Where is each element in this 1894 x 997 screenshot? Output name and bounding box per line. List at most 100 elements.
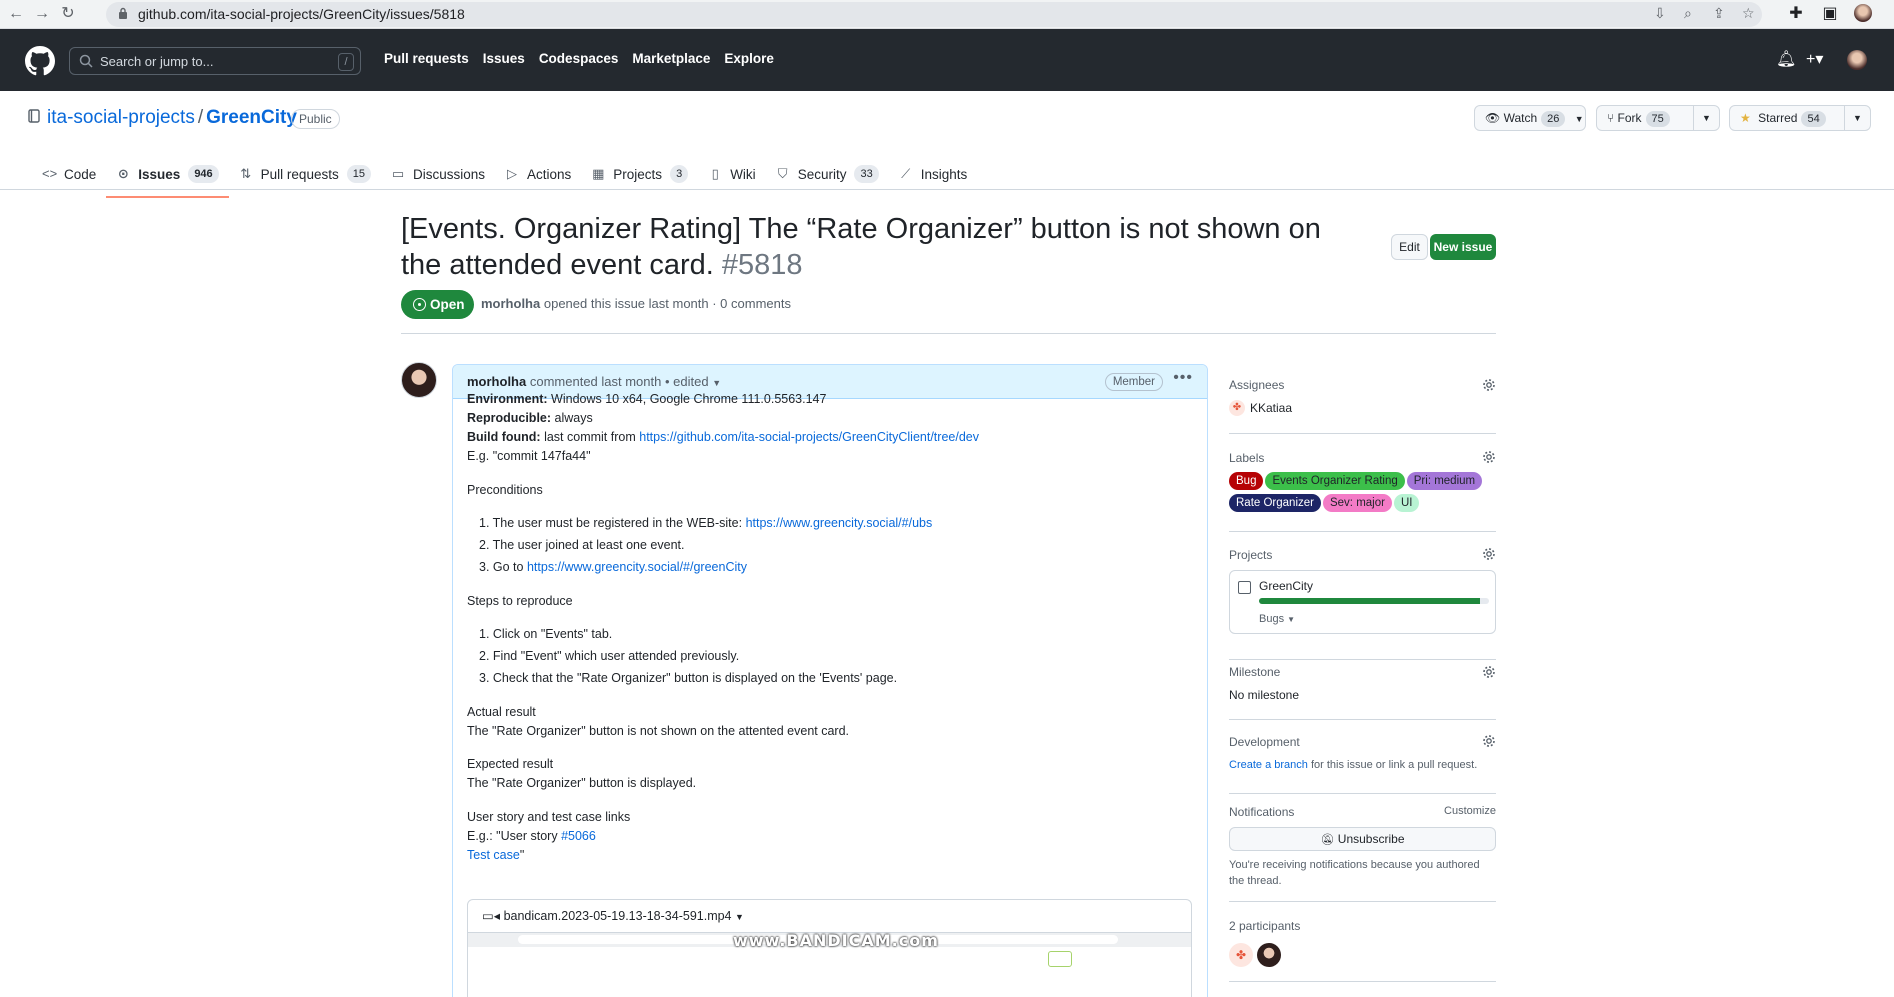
project-status-dropdown[interactable]: Bugs ▼ <box>1259 613 1295 625</box>
gear-icon[interactable] <box>1482 665 1496 679</box>
reproducible-line: Reproducible: always <box>467 409 593 428</box>
github-logo-icon[interactable] <box>25 46 55 76</box>
step-item: 2. Find "Event" which user attended prev… <box>479 649 740 663</box>
star-dropdown-chevron-icon[interactable]: ▼ <box>1844 106 1870 130</box>
tab-label: Wiki <box>730 166 756 182</box>
build-line: Build found: last commit from https://gi… <box>467 428 979 447</box>
participant-avatar[interactable]: ✤ <box>1229 943 1253 967</box>
search-input[interactable]: Search or jump to... / <box>69 47 361 75</box>
project-card[interactable]: GreenCity Bugs ▼ <box>1229 570 1496 634</box>
eye-icon: 👁︎ <box>1485 111 1501 125</box>
unsubscribe-button[interactable]: 🔕︎ Unsubscribe <box>1229 827 1496 851</box>
nav-pull-requests[interactable]: Pull requests <box>384 51 469 66</box>
tab-insights[interactable]: ⟋ Insights <box>889 158 978 190</box>
project-table-icon <box>1238 581 1251 594</box>
label-bug[interactable]: Bug <box>1229 472 1264 490</box>
nav-issues[interactable]: Issues <box>483 51 525 66</box>
reload-icon[interactable]: ↻ <box>58 4 78 24</box>
address-bar[interactable]: github.com/ita-social-projects/GreenCity… <box>106 2 1762 27</box>
gear-icon[interactable] <box>1482 378 1496 392</box>
video-attachment[interactable]: ▭◂ bandicam.2023-05-19.13-18-34-591.mp4 … <box>467 899 1192 997</box>
bookmark-star-icon[interactable]: ☆ <box>1742 5 1755 22</box>
user-story-link[interactable]: #5066 <box>561 829 596 843</box>
issue-author-link[interactable]: morholha <box>481 296 540 311</box>
label-pri-medium[interactable]: Pri: medium <box>1406 472 1483 490</box>
fork-count: 75 <box>1645 111 1670 127</box>
assignee-name[interactable]: KKatiaa <box>1250 401 1292 415</box>
shield-icon: ⛉ <box>777 166 788 181</box>
label-events-organizer-rating[interactable]: Events Organizer Rating <box>1265 472 1405 490</box>
test-case-link[interactable]: Test case <box>467 848 520 862</box>
assignees-section: Assignees ✤ KKatiaa <box>1229 375 1496 435</box>
tab-label: Code <box>64 166 97 182</box>
divider <box>401 333 1496 334</box>
assignee-avatar[interactable]: ✤ <box>1229 400 1245 416</box>
edit-button[interactable]: Edit <box>1391 234 1428 260</box>
label-ui[interactable]: UI <box>1393 494 1420 512</box>
nav-codespaces[interactable]: Codespaces <box>539 51 619 66</box>
user-avatar[interactable] <box>1847 50 1867 70</box>
create-branch-link[interactable]: Create a branch <box>1229 759 1308 771</box>
back-arrow-icon[interactable]: ← <box>6 4 26 24</box>
tab-label: Issues <box>138 166 181 182</box>
environment-line: Environment: Windows 10 x64, Google Chro… <box>467 390 826 409</box>
repro-label: Reproducible: <box>467 411 552 425</box>
tab-code[interactable]: <> Code <box>32 158 106 190</box>
labels-section: Labels Bug Events Organizer Rating Pri: me… <box>1229 445 1496 535</box>
plus-dropdown-icon[interactable]: +▾ <box>1806 49 1823 69</box>
repro-value: always <box>554 411 593 425</box>
build-link[interactable]: https://github.com/ita-social-projects/G… <box>639 430 979 444</box>
sidepanel-icon[interactable]: ▣ <box>1820 4 1840 24</box>
comment-author-avatar[interactable] <box>401 362 437 398</box>
share-icon[interactable]: ⇪ <box>1713 5 1725 22</box>
extensions-icon[interactable]: ✚ <box>1786 4 1806 24</box>
fork-icon: ⑂ <box>1607 111 1615 125</box>
comment-author-link[interactable]: morholha <box>467 374 526 389</box>
kebab-menu-icon[interactable]: ••• <box>1173 369 1193 387</box>
install-icon[interactable]: ⇩ <box>1654 5 1666 22</box>
label-rate-organizer[interactable]: Rate Organizer <box>1229 494 1321 512</box>
precondition-link[interactable]: https://www.greencity.social/#/greenCity <box>527 560 747 574</box>
precondition-link[interactable]: https://www.greencity.social/#/ubs <box>746 516 933 530</box>
profile-avatar-icon[interactable] <box>1854 4 1874 24</box>
watch-button[interactable]: 👁︎ Watch 26 ▼ <box>1474 105 1586 131</box>
zoom-icon[interactable]: ⌕ <box>1684 5 1692 22</box>
edited-dropdown-chevron-icon[interactable]: ▼ <box>712 378 721 388</box>
new-issue-button[interactable]: New issue <box>1430 234 1496 260</box>
nav-explore[interactable]: Explore <box>724 51 774 66</box>
nav-marketplace[interactable]: Marketplace <box>632 51 710 66</box>
project-name[interactable]: GreenCity <box>1259 579 1313 593</box>
customize-link[interactable]: Customize <box>1444 805 1496 817</box>
gear-icon[interactable] <box>1482 734 1496 748</box>
comment-meta: morholha commented last month • edited ▼ <box>467 374 721 389</box>
repo-name-link[interactable]: GreenCity <box>206 107 297 128</box>
label-sev-major[interactable]: Sev: major <box>1322 494 1392 512</box>
divider <box>1229 981 1496 982</box>
starred-button[interactable]: ★ Starred 54 ▼ <box>1729 105 1871 131</box>
tab-security[interactable]: ⛉ Security 33 <box>766 158 889 190</box>
tab-issues[interactable]: ⊙ Issues 946 <box>106 158 230 198</box>
forward-arrow-icon[interactable]: → <box>32 4 52 24</box>
fork-button[interactable]: ⑂ Fork 75 ▼ <box>1596 105 1720 131</box>
participant-avatar[interactable] <box>1257 943 1281 967</box>
gear-icon[interactable] <box>1482 450 1496 464</box>
fork-dropdown-chevron-icon[interactable]: ▼ <box>1693 106 1719 130</box>
video-preview[interactable]: www.BANDICAM.com <box>468 931 1191 997</box>
tab-wiki[interactable]: ▯ Wiki <box>698 158 766 190</box>
video-filename[interactable]: bandicam.2023-05-19.13-18-34-591.mp4 <box>504 909 732 923</box>
tab-projects[interactable]: ▦ Projects 3 <box>581 158 698 190</box>
chevron-down-icon[interactable]: ▼ <box>735 912 744 922</box>
repo-icon <box>28 109 40 123</box>
repo-owner-link[interactable]: ita-social-projects <box>47 107 195 128</box>
bell-icon[interactable]: 🔔︎ <box>1776 49 1796 69</box>
precondition-item: 3. Go to https://www.greencity.social/#/… <box>479 560 747 574</box>
tab-discussions[interactable]: ▭ Discussions <box>381 158 495 190</box>
projects-heading: Projects <box>1229 548 1273 562</box>
code-icon: <> <box>42 166 58 181</box>
gear-icon[interactable] <box>1482 547 1496 561</box>
state-badge: Open <box>401 290 474 319</box>
tab-actions[interactable]: ▷ Actions <box>495 158 581 190</box>
video-title: ▭◂ bandicam.2023-05-19.13-18-34-591.mp4 … <box>482 908 744 923</box>
star-count: 54 <box>1801 111 1826 127</box>
tab-pull-requests[interactable]: ⇅ Pull requests 15 <box>229 158 381 190</box>
